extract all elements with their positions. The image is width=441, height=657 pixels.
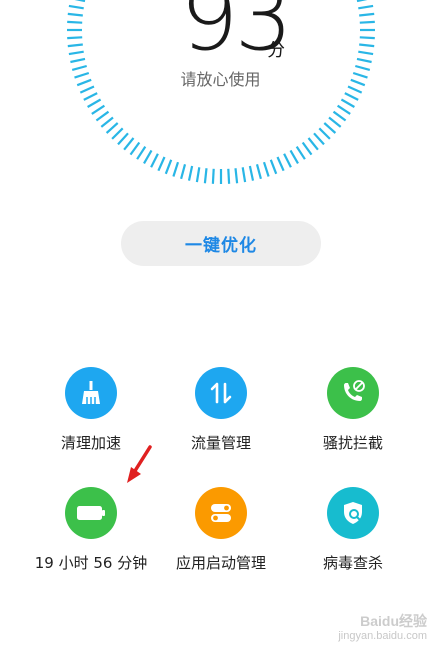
gauge-tick [150,153,159,168]
gauge-tick [129,141,141,156]
tool-virus-scan[interactable]: 病毒查杀 [283,487,423,573]
gauge-tick [344,92,359,101]
tool-label-virus-scan: 病毒查杀 [322,554,383,572]
tool-label-startup-manager: 应用启动管理 [175,554,266,572]
up-down-arrows-icon [195,367,247,419]
gauge-tick [70,57,86,64]
gauge-tick [123,137,135,151]
tool-harassment-block[interactable]: 骚扰拦截 [283,367,423,453]
gauge-tick [87,98,102,108]
tool-label-data-usage: 流量管理 [190,434,251,452]
gauge-tick [67,36,83,40]
gauge-tick [283,153,292,168]
tool-label-cleanup: 清理加速 [60,434,121,452]
annotation-arrow-icon [127,445,152,483]
gauge-tick [340,98,355,108]
gauge-tick [313,132,325,146]
gauge-tick [117,132,129,146]
gauge-tick [356,0,368,3]
gauge-tick [289,149,299,164]
gauge-tick [262,161,270,177]
gauge-tick [111,127,124,140]
gauge-tick [180,164,187,180]
gauge-tick [276,156,285,172]
gauge-tick [91,104,106,115]
gauge-tick [234,168,239,184]
gauge-tick [301,141,313,156]
gauge-tick [195,167,201,183]
toggle-switch-icon [195,487,247,539]
shield-search-icon [327,487,379,539]
gauge-tick [164,159,173,175]
gauge-tick [359,36,375,40]
watermark-logo: Baidu经验 [360,613,427,630]
gauge-tick [172,161,180,177]
gauge-tick [68,4,84,10]
gauge-tick [100,116,114,128]
gauge-tick [359,43,375,48]
one-click-optimize-button[interactable]: 一键优化 [121,221,321,266]
gauge-tick [269,159,278,175]
gauge-tick [307,137,319,151]
gauge-tick [227,168,231,184]
gauge-tick [356,57,372,64]
broom-icon [65,367,117,419]
gauge-tick [67,20,83,24]
gauge-tick [359,12,375,17]
phone-block-icon [327,367,379,419]
gauge-tick [68,50,84,56]
score-status: 请放心使用 [180,70,261,89]
watermark: Baidu经验 jingyan.baidu.com [338,613,427,643]
battery-icon [65,487,117,539]
gauge-tick [143,149,153,164]
gauge-tick [359,20,375,24]
gauge-tick [255,164,262,180]
gauge-tick [328,116,342,128]
tool-cleanup[interactable]: 清理加速 [21,367,161,453]
tool-battery[interactable]: 19 小时 56 分钟 [21,487,161,573]
gauge-tick [83,92,98,101]
gauge-tick [105,122,119,134]
gauge-tick [95,110,110,122]
gauge-tick [318,127,331,140]
gauge-tick [323,122,337,134]
gauge-tick [203,168,208,184]
gauge-tick [295,146,306,160]
tool-label-harassment-block: 骚扰拦截 [322,434,383,452]
gauge-tick [136,146,147,160]
watermark-url: jingyan.baidu.com [338,629,427,642]
tool-label-battery: 19 小时 56 分钟 [34,554,148,572]
gauge-tick [337,104,351,115]
gauge-tick [187,165,194,181]
gauge-tick [157,156,166,172]
tool-startup-manager[interactable]: 应用启动管理 [151,487,291,573]
gauge-tick [358,50,374,56]
gauge-tick [74,0,86,3]
gauge-tick [67,43,83,48]
gauge-tick [211,168,215,184]
gauge-tick [358,4,374,10]
gauge-tick [332,110,347,122]
gauge-tick [241,167,247,183]
tool-data-usage[interactable]: 流量管理 [151,367,291,453]
gauge-tick [67,12,83,17]
gauge-tick [248,165,255,181]
score-unit: 分 [267,40,285,61]
